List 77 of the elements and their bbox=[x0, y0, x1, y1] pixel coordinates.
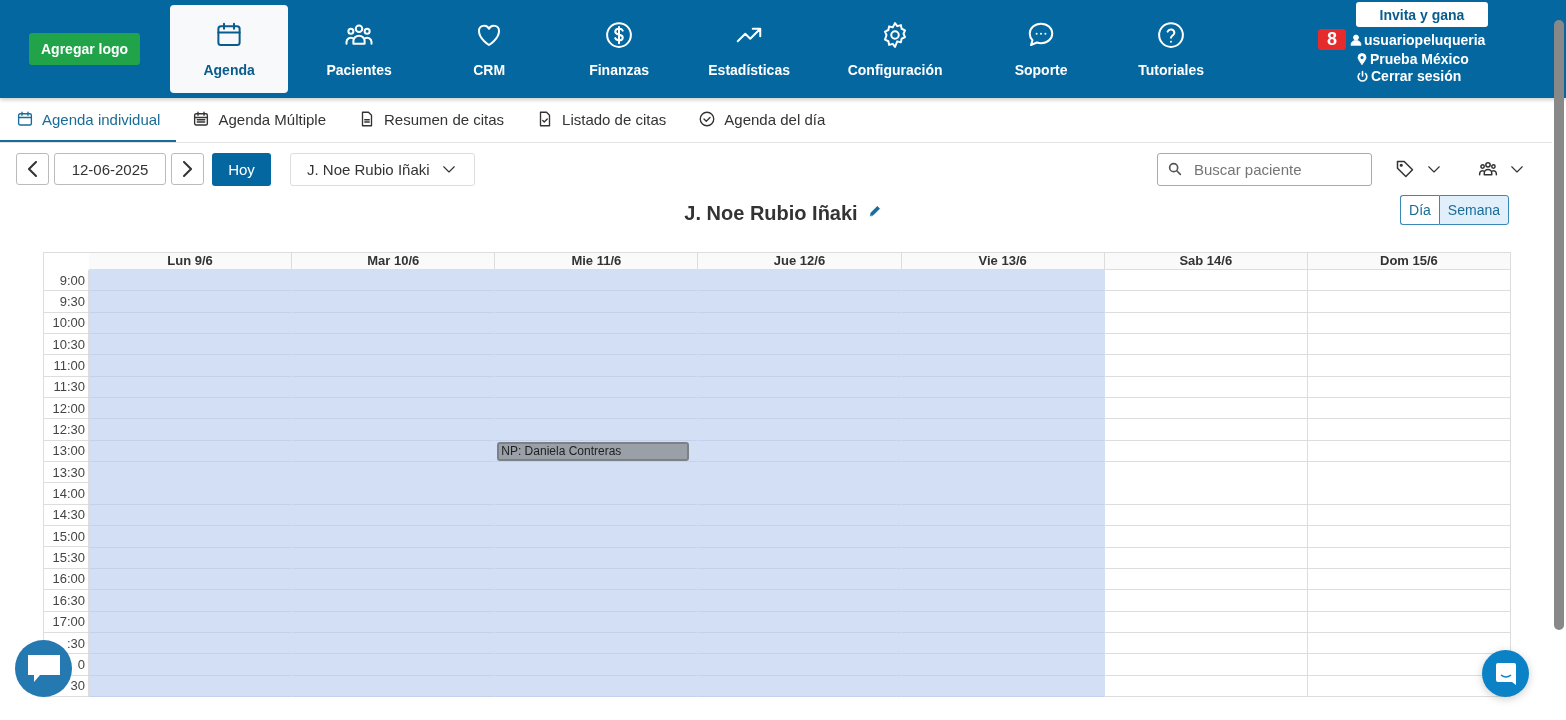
day-header: Mie 11/6 bbox=[495, 253, 699, 270]
time-label: 14:30 bbox=[52, 507, 85, 523]
calendar-title: J. Noe Rubio Iñaki bbox=[684, 201, 858, 225]
nav-tab[interactable]: Tutoriales bbox=[1112, 5, 1231, 93]
time-label: 10:00 bbox=[52, 315, 85, 331]
logout-link[interactable]: Cerrar sesión bbox=[1371, 68, 1462, 84]
today-button[interactable]: Hoy bbox=[212, 152, 271, 186]
time-label: 30 bbox=[70, 678, 85, 694]
sub-tab[interactable]: Agenda Múltiple bbox=[176, 98, 342, 142]
pencil-icon bbox=[867, 204, 882, 218]
view-toggle[interactable]: Semana bbox=[1438, 195, 1509, 225]
chevron-left-icon bbox=[28, 161, 37, 177]
sub-tab[interactable]: Listado de citas bbox=[520, 98, 683, 142]
tag-icon bbox=[1395, 159, 1415, 179]
tag-filter-dropdown[interactable] bbox=[1395, 159, 1443, 179]
available-day-column[interactable] bbox=[901, 270, 1105, 697]
user-icon bbox=[1350, 33, 1362, 46]
day-header: Vie 13/6 bbox=[901, 253, 1105, 270]
time-label: 10:30 bbox=[52, 336, 85, 352]
time-label: 13:30 bbox=[52, 464, 85, 480]
time-label: 9:30 bbox=[59, 294, 85, 309]
time-label: 12:30 bbox=[52, 422, 85, 438]
add-logo-button[interactable]: Agregar logo bbox=[29, 33, 141, 65]
time-label: 12:00 bbox=[52, 400, 85, 416]
day-header: Jue 12/6 bbox=[698, 253, 902, 270]
time-label: 0 bbox=[77, 656, 85, 672]
time-label: 16:00 bbox=[52, 571, 85, 587]
time-label: 14:00 bbox=[52, 486, 85, 502]
username[interactable]: usuariopeluqueria bbox=[1364, 31, 1486, 48]
location-pin-icon bbox=[1356, 53, 1368, 65]
next-button[interactable] bbox=[171, 153, 204, 185]
date-field[interactable]: 12-06-2025 bbox=[54, 153, 166, 185]
power-icon bbox=[1356, 69, 1369, 83]
sub-tab[interactable]: Agenda del día bbox=[682, 98, 842, 142]
time-label: 11:00 bbox=[53, 358, 85, 374]
nav-tab[interactable]: Soporte bbox=[982, 5, 1101, 93]
time-label: 9:00 bbox=[59, 272, 85, 288]
calendar-grid-icon bbox=[192, 110, 211, 128]
help-icon bbox=[1156, 20, 1187, 50]
sub-tab[interactable]: Resumen de citas bbox=[342, 98, 521, 142]
time-label: 13:00 bbox=[52, 443, 85, 459]
nav-tab[interactable]: Finanzas bbox=[560, 5, 679, 93]
view-toggle[interactable]: Día bbox=[1400, 195, 1439, 225]
available-day-column[interactable] bbox=[89, 270, 293, 697]
previous-button[interactable] bbox=[16, 153, 49, 185]
nav-tab[interactable]: CRM bbox=[430, 5, 549, 93]
invite-button[interactable]: Invita y gana bbox=[1356, 2, 1488, 27]
day-header: Lun 9/6 bbox=[89, 253, 293, 270]
search-field[interactable]: Buscar paciente bbox=[1157, 152, 1372, 186]
check-circle-icon bbox=[698, 110, 717, 128]
group-filter-dropdown[interactable] bbox=[1478, 159, 1526, 179]
scrollbar[interactable] bbox=[1554, 20, 1564, 630]
sub-tab[interactable]: Agenda individual bbox=[0, 98, 177, 142]
location-label: Prueba México bbox=[1370, 51, 1469, 67]
day-column[interactable] bbox=[1104, 270, 1308, 697]
day-header: Sab 14/6 bbox=[1104, 253, 1308, 270]
time-label: 15:30 bbox=[52, 550, 85, 566]
time-label: 17:00 bbox=[52, 614, 85, 630]
time-label: 16:30 bbox=[52, 592, 85, 608]
time-label: 15:00 bbox=[52, 528, 85, 544]
nav-tab[interactable]: Agenda bbox=[170, 5, 289, 93]
chat-icon bbox=[1494, 661, 1517, 686]
dollar-icon bbox=[604, 20, 635, 50]
time-label: 11:30 bbox=[53, 379, 85, 395]
nav-tab[interactable]: Estadísticas bbox=[690, 5, 809, 93]
day-header: Dom 15/6 bbox=[1307, 253, 1511, 270]
chevron-right-icon bbox=[183, 161, 192, 177]
notification-badge[interactable]: 8 bbox=[1318, 29, 1346, 50]
nav-tab[interactable]: Pacientes bbox=[300, 5, 419, 93]
calendar-icon bbox=[16, 110, 34, 128]
day-header: Mar 10/6 bbox=[292, 253, 496, 270]
nav-tab[interactable]: Configuración bbox=[820, 5, 971, 93]
appointment[interactable]: NP: Daniela Contreras bbox=[497, 441, 690, 461]
people-icon bbox=[1478, 159, 1498, 179]
time-label: :30 bbox=[66, 635, 85, 651]
available-day-column[interactable]: NP: Daniela Contreras bbox=[495, 270, 699, 697]
professional-dropdown[interactable]: J. Noe Rubio Iñaki bbox=[290, 152, 475, 186]
